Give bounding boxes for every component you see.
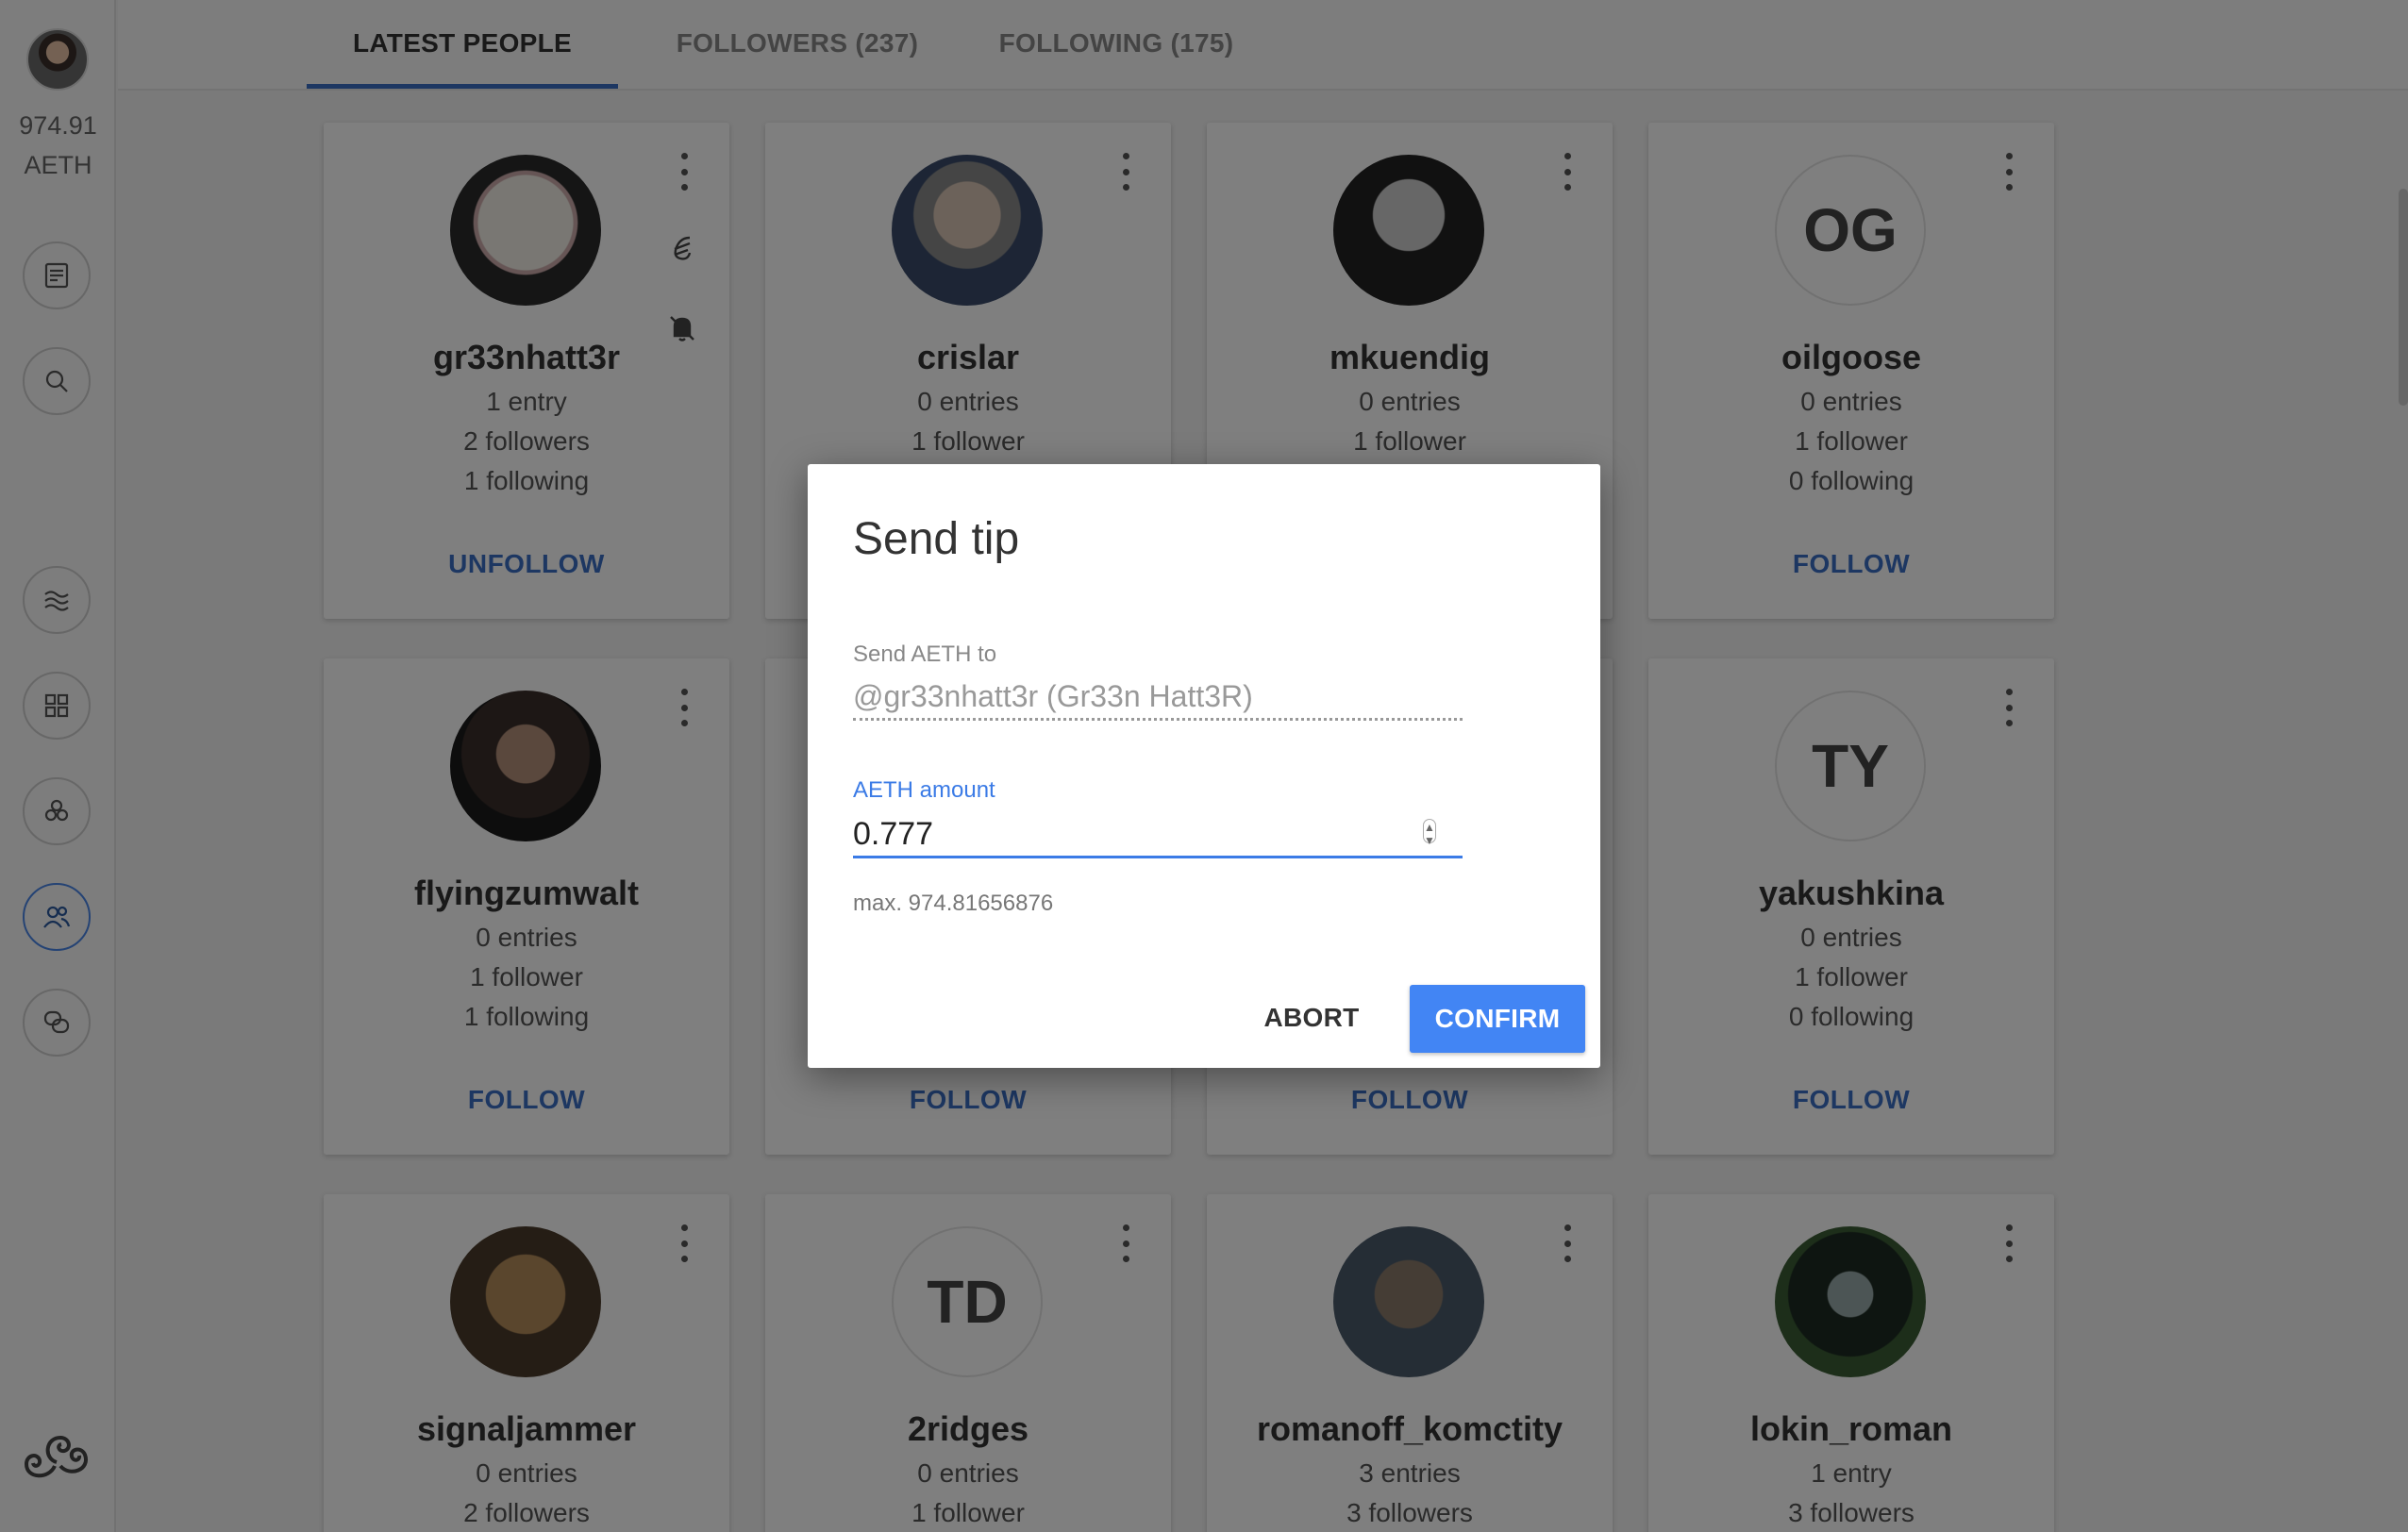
stepper-up-icon[interactable]: ▲ xyxy=(1424,821,1435,834)
send-to-field: @gr33nhatt3r (Gr33n Hatt3R) xyxy=(853,679,1463,721)
amount-label: AETH amount xyxy=(853,777,995,803)
send-tip-dialog: Send tip Send AETH to @gr33nhatt3r (Gr33… xyxy=(808,464,1600,1068)
stepper-down-icon[interactable]: ▼ xyxy=(1424,834,1435,847)
amount-field-wrapper: ▲ ▼ xyxy=(853,813,1463,858)
amount-stepper[interactable]: ▲ ▼ xyxy=(1423,819,1436,847)
amount-input[interactable] xyxy=(853,813,1410,855)
max-amount-note: max. 974.81656876 xyxy=(853,891,1054,916)
confirm-button[interactable]: CONFIRM xyxy=(1410,985,1585,1053)
dialog-title: Send tip xyxy=(853,514,1020,564)
send-to-label: Send AETH to xyxy=(853,641,997,667)
abort-button[interactable]: ABORT xyxy=(1246,985,1378,1051)
